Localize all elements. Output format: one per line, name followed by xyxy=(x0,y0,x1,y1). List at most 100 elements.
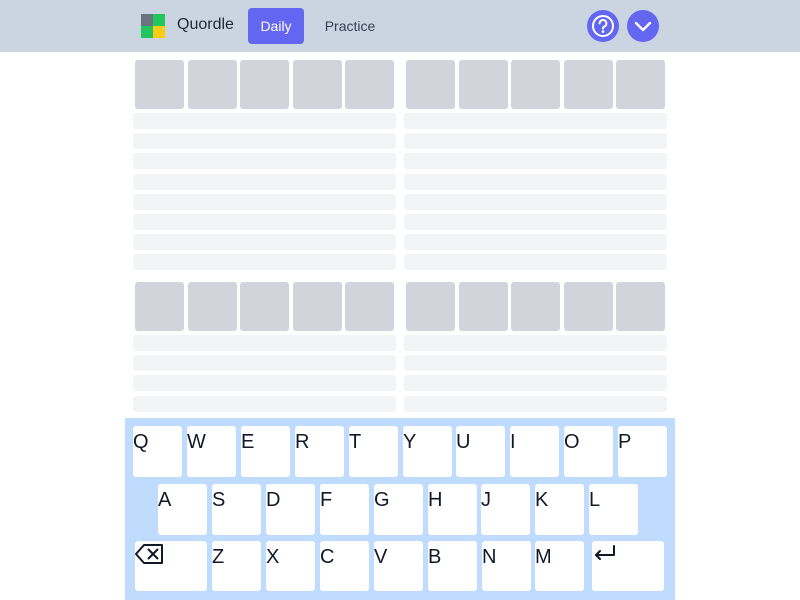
guess-row-empty xyxy=(404,254,667,271)
key-label: V xyxy=(374,546,388,568)
key-label: C xyxy=(320,546,335,568)
app-title: Quordle xyxy=(177,16,234,33)
letter-tile xyxy=(459,60,508,109)
key-l[interactable]: L xyxy=(589,484,638,535)
key-p[interactable]: P xyxy=(618,426,667,477)
key-label: J xyxy=(481,489,491,511)
key-f[interactable]: F xyxy=(320,484,369,535)
key-s[interactable]: S xyxy=(212,484,261,535)
letter-tile xyxy=(240,282,289,331)
tab-daily[interactable]: Daily xyxy=(248,8,304,44)
guess-row-empty xyxy=(404,214,667,230)
letter-tile xyxy=(616,60,665,109)
key-label: S xyxy=(212,489,226,511)
guess-row-empty xyxy=(133,193,396,210)
letter-tile xyxy=(345,282,394,331)
key-label: X xyxy=(266,546,280,568)
key-label: M xyxy=(535,546,552,568)
key-g[interactable]: G xyxy=(374,484,423,535)
letter-tile xyxy=(406,60,455,109)
guess-row-empty xyxy=(404,173,667,190)
key-label: Z xyxy=(212,546,225,568)
letter-tile xyxy=(511,60,560,109)
key-o[interactable]: O xyxy=(564,426,613,477)
key-label: K xyxy=(535,489,549,511)
key-label: G xyxy=(374,489,390,511)
key-k[interactable]: K xyxy=(535,484,584,535)
key-y[interactable]: Y xyxy=(403,426,452,477)
letter-tile xyxy=(293,60,342,109)
key-u[interactable]: U xyxy=(456,426,505,477)
letter-tile xyxy=(293,282,342,331)
key-label: I xyxy=(510,431,516,453)
key-label: U xyxy=(456,431,471,453)
key-c[interactable]: C xyxy=(320,541,369,591)
key-d[interactable]: D xyxy=(266,484,315,535)
key-label: E xyxy=(241,431,255,453)
guess-row-active xyxy=(406,60,667,109)
letter-tile xyxy=(564,60,613,109)
key-x[interactable]: X xyxy=(266,541,315,591)
letter-tile xyxy=(406,282,455,331)
keyboard: Q W E R T Y U I O P A S D F G H J K L Z X C V B N M xyxy=(125,418,675,600)
guess-row-active xyxy=(135,282,396,331)
key-m[interactable]: M xyxy=(535,541,584,591)
key-label: P xyxy=(618,431,632,453)
guess-row-empty xyxy=(404,335,667,351)
letter-tile xyxy=(188,282,237,331)
key-n[interactable]: N xyxy=(482,541,531,591)
help-circle-icon xyxy=(592,15,614,37)
top-bar: Quordle Daily Practice xyxy=(0,0,800,52)
key-label: B xyxy=(428,546,442,568)
letter-tile xyxy=(240,60,289,109)
key-r[interactable]: R xyxy=(295,426,344,477)
letter-tile xyxy=(564,282,613,331)
key-label: D xyxy=(266,489,281,511)
tab-practice[interactable]: Practice xyxy=(316,8,384,44)
letter-tile xyxy=(135,60,184,109)
guess-row-empty xyxy=(133,335,396,351)
key-label: W xyxy=(187,431,206,453)
letter-tile xyxy=(135,282,184,331)
letter-tile xyxy=(511,282,560,331)
key-label: T xyxy=(349,431,362,453)
key-label: R xyxy=(295,431,310,453)
enter-key[interactable] xyxy=(592,541,664,591)
key-label: L xyxy=(589,489,601,511)
guess-row-empty xyxy=(133,234,396,251)
key-t[interactable]: T xyxy=(349,426,398,477)
key-a[interactable]: A xyxy=(158,484,207,535)
key-q[interactable]: Q xyxy=(133,426,182,477)
key-v[interactable]: V xyxy=(374,541,423,591)
menu-button[interactable] xyxy=(627,10,659,42)
backspace-key[interactable] xyxy=(135,541,207,591)
key-label: O xyxy=(564,431,580,453)
help-button[interactable] xyxy=(587,10,619,42)
guess-row-empty xyxy=(133,254,396,271)
letter-tile xyxy=(616,282,665,331)
chevron-down-icon xyxy=(634,21,652,32)
guess-row-empty xyxy=(404,193,667,210)
key-label: Y xyxy=(403,431,417,453)
guess-row-empty xyxy=(133,214,396,230)
guess-row-empty xyxy=(133,153,396,170)
key-label: F xyxy=(320,489,333,511)
guess-row-empty xyxy=(133,173,396,190)
guess-row-empty xyxy=(404,113,667,129)
key-j[interactable]: J xyxy=(481,484,530,535)
guess-row-empty xyxy=(133,375,396,392)
guess-row-empty xyxy=(404,234,667,251)
letter-tile xyxy=(345,60,394,109)
guess-row-empty xyxy=(404,153,667,170)
guess-row-empty xyxy=(404,395,667,412)
key-z[interactable]: Z xyxy=(212,541,261,591)
guess-row-empty xyxy=(133,395,396,412)
enter-icon xyxy=(595,545,615,560)
key-w[interactable]: W xyxy=(187,426,236,477)
key-e[interactable]: E xyxy=(241,426,290,477)
guess-row-empty xyxy=(133,133,396,150)
quordle-logo-icon xyxy=(141,14,165,38)
key-i[interactable]: I xyxy=(510,426,559,477)
key-b[interactable]: B xyxy=(428,541,477,591)
key-h[interactable]: H xyxy=(428,484,477,535)
